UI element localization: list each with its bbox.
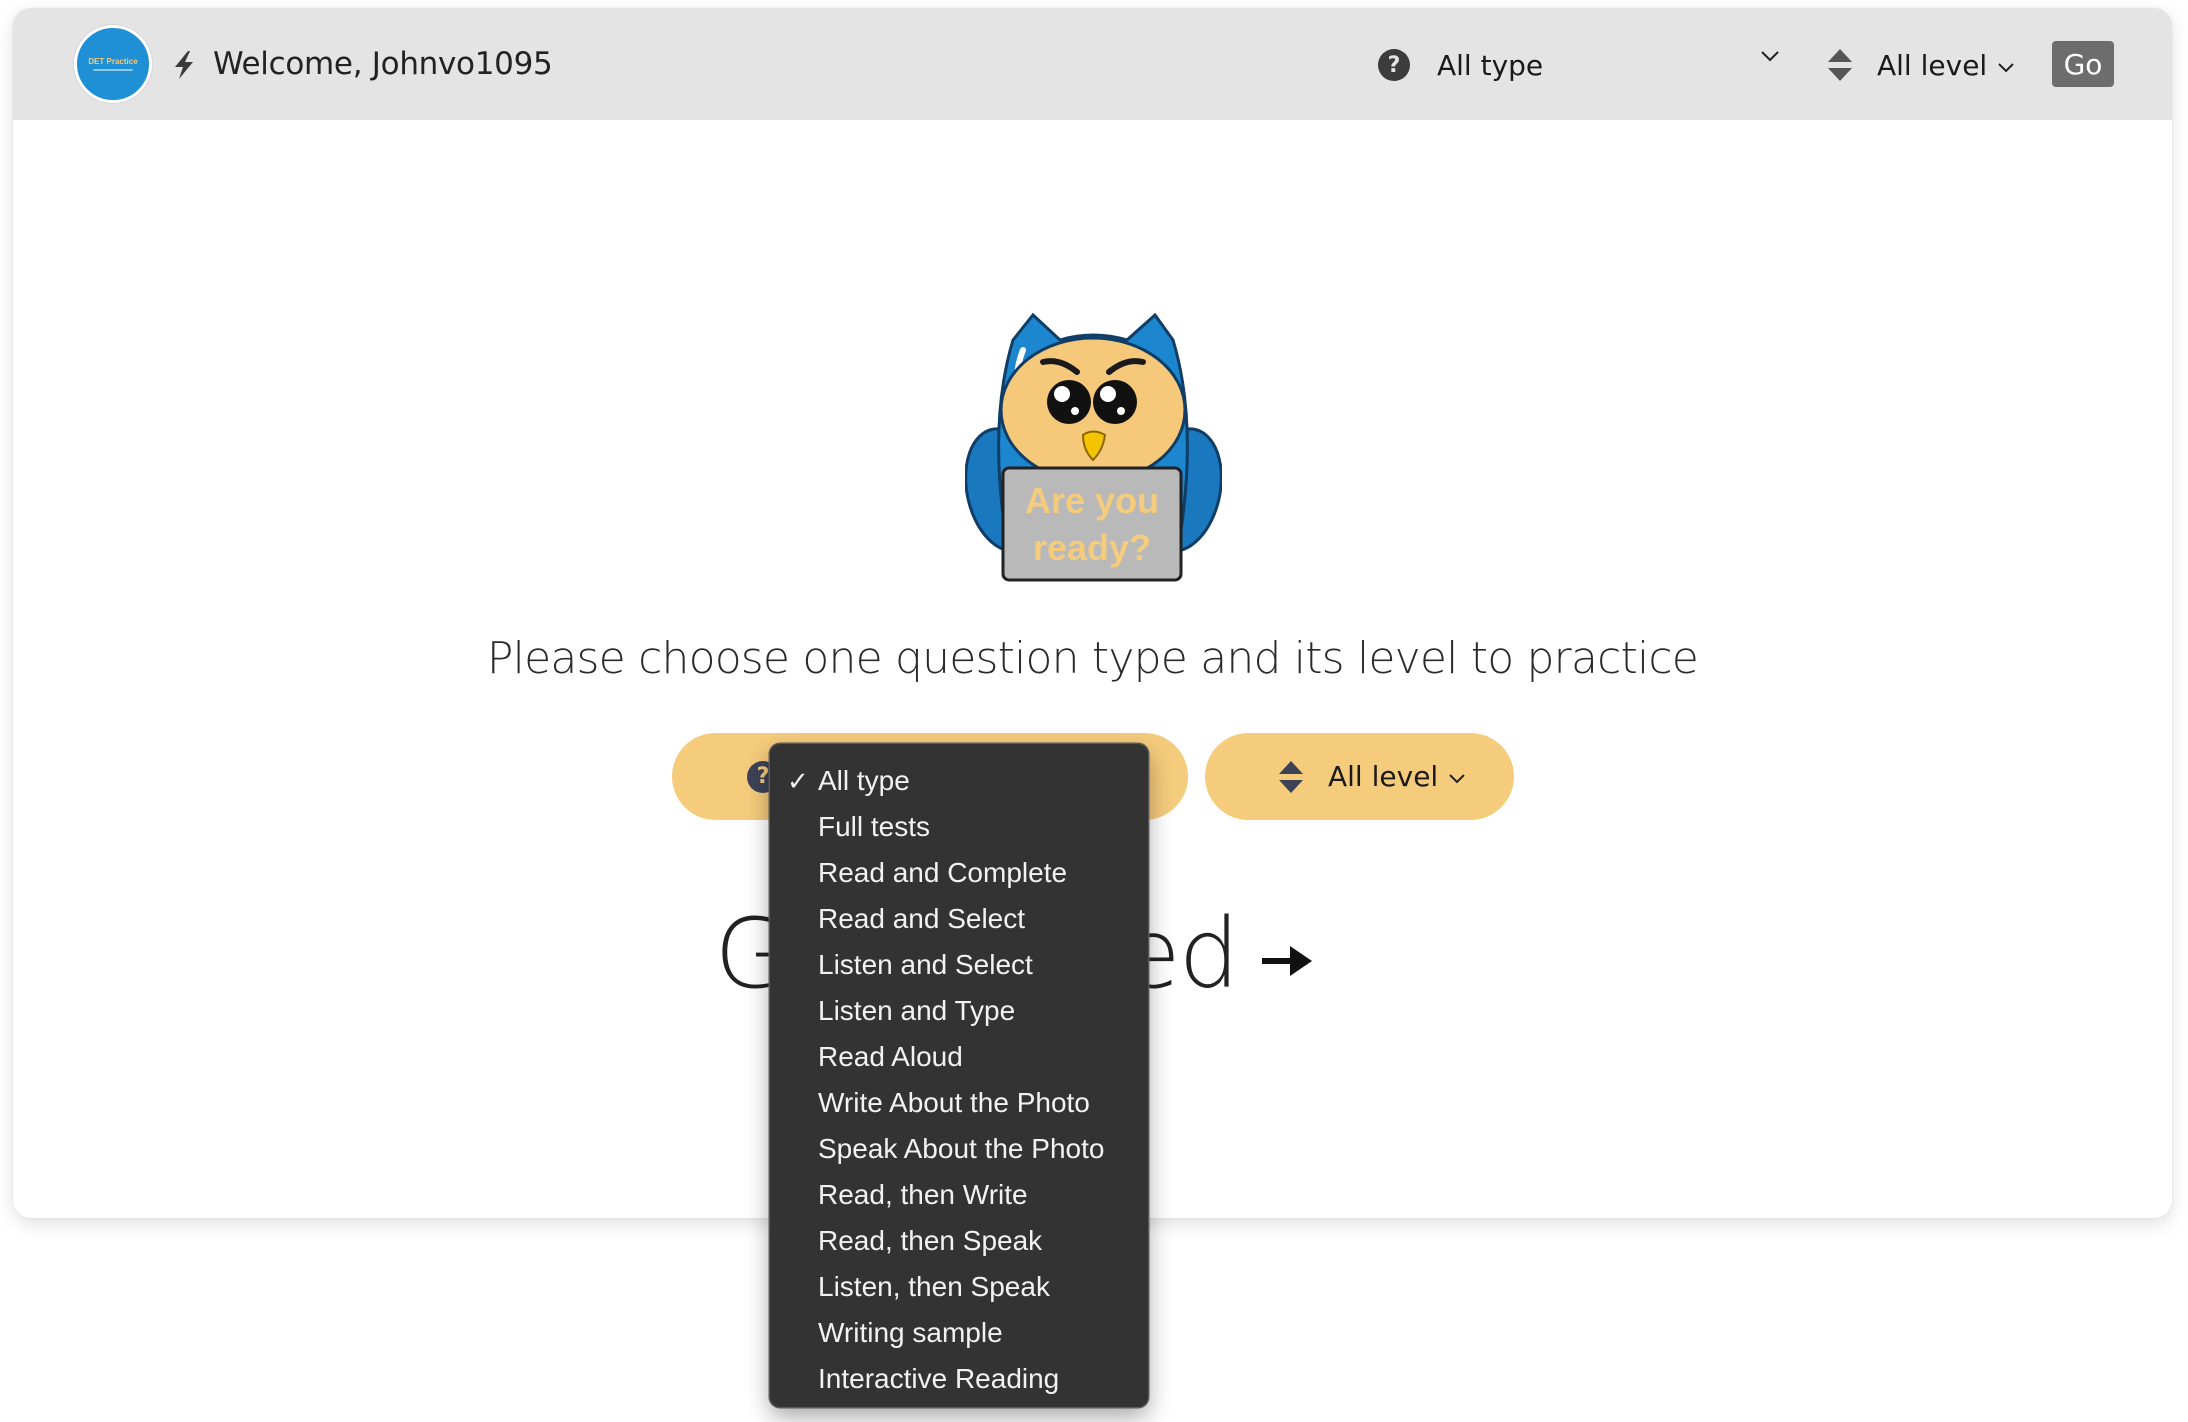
dropdown-option-label: Read and Complete [818, 857, 1068, 888]
logo[interactable]: DET Practice [74, 25, 152, 103]
logo-tagline [93, 69, 133, 71]
question-type-dropdown[interactable]: ✓ All type Full tests Read and Complete Read… [770, 744, 1148, 1407]
header-level-value: All level [1877, 48, 1988, 82]
dropdown-option-label: Speak About the Photo [818, 1133, 1105, 1164]
dropdown-option-label: Writing sample [818, 1317, 1003, 1348]
dropdown-option[interactable]: Read, then Speak [770, 1218, 1148, 1264]
header-type-value: All type [1437, 48, 1544, 82]
dropdown-option-label: Full tests [818, 811, 931, 842]
level-select-value: All level [1328, 760, 1439, 793]
dropdown-option[interactable]: Read, then Write [770, 1172, 1148, 1218]
dropdown-option[interactable]: Listen and Type [770, 988, 1148, 1034]
sort-icon [1828, 49, 1852, 81]
dropdown-option-label: Read, then Write [818, 1179, 1028, 1210]
arrow-right-icon [1261, 945, 1312, 976]
sort-icon [1279, 760, 1303, 793]
dropdown-option-label: Read, then Speak [818, 1225, 1043, 1256]
welcome-text: Welcome, Johnvo1095 [213, 46, 553, 82]
dropdown-option-label: Listen and Select [818, 949, 1033, 980]
owl-caption-line2: ready? [1033, 527, 1151, 568]
dropdown-option-label: Write About the Photo [818, 1087, 1090, 1118]
dropdown-option-label: All type [818, 765, 910, 796]
dropdown-option[interactable]: Read and Select [770, 896, 1148, 942]
header-type-select[interactable]: ? All type [1378, 38, 1788, 92]
chevron-down-icon [1761, 51, 1779, 62]
owl-mascot-image: Are you ready? [965, 312, 1222, 582]
dropdown-option[interactable]: Read and Complete [770, 850, 1148, 896]
level-select[interactable]: All level [1205, 733, 1514, 820]
dropdown-option-label: Read and Select [818, 903, 1026, 934]
dropdown-option[interactable]: Speak About the Photo [770, 1126, 1148, 1172]
owl-caption-line1: Are you [1025, 480, 1159, 521]
page-headline: Please choose one question type and its … [486, 633, 1699, 684]
dropdown-option[interactable]: Listen and Select [770, 942, 1148, 988]
dropdown-option[interactable]: Read Aloud [770, 1034, 1148, 1080]
question-circle-icon: ? [1378, 49, 1410, 81]
dropdown-option-label: Interactive Reading [818, 1363, 1060, 1394]
dropdown-option[interactable]: Interactive Reading [770, 1356, 1148, 1402]
dropdown-option[interactable]: Full tests [770, 804, 1148, 850]
top-nav: DET Practice Welcome, Johnvo1095 ? All t… [13, 8, 2172, 120]
chevron-down-icon [1998, 62, 2014, 72]
checkmark-icon: ✓ [787, 766, 809, 796]
dropdown-option-label: Listen and Type [818, 995, 1016, 1026]
logo-text: DET Practice [88, 57, 138, 66]
chevron-down-icon [1449, 774, 1465, 784]
dropdown-option[interactable]: ✓ All type [770, 758, 1148, 804]
go-button[interactable]: Go [2052, 41, 2114, 87]
dropdown-option-label: Listen, then Speak [818, 1271, 1050, 1302]
header-level-select[interactable]: All level [1826, 38, 2016, 92]
dropdown-option[interactable]: Writing sample [770, 1310, 1148, 1356]
dropdown-option-label: Read Aloud [818, 1041, 963, 1072]
dropdown-option[interactable]: Listen, then Speak [770, 1264, 1148, 1310]
dropdown-option[interactable]: Write About the Photo [770, 1080, 1148, 1126]
lightning-icon [175, 51, 193, 79]
